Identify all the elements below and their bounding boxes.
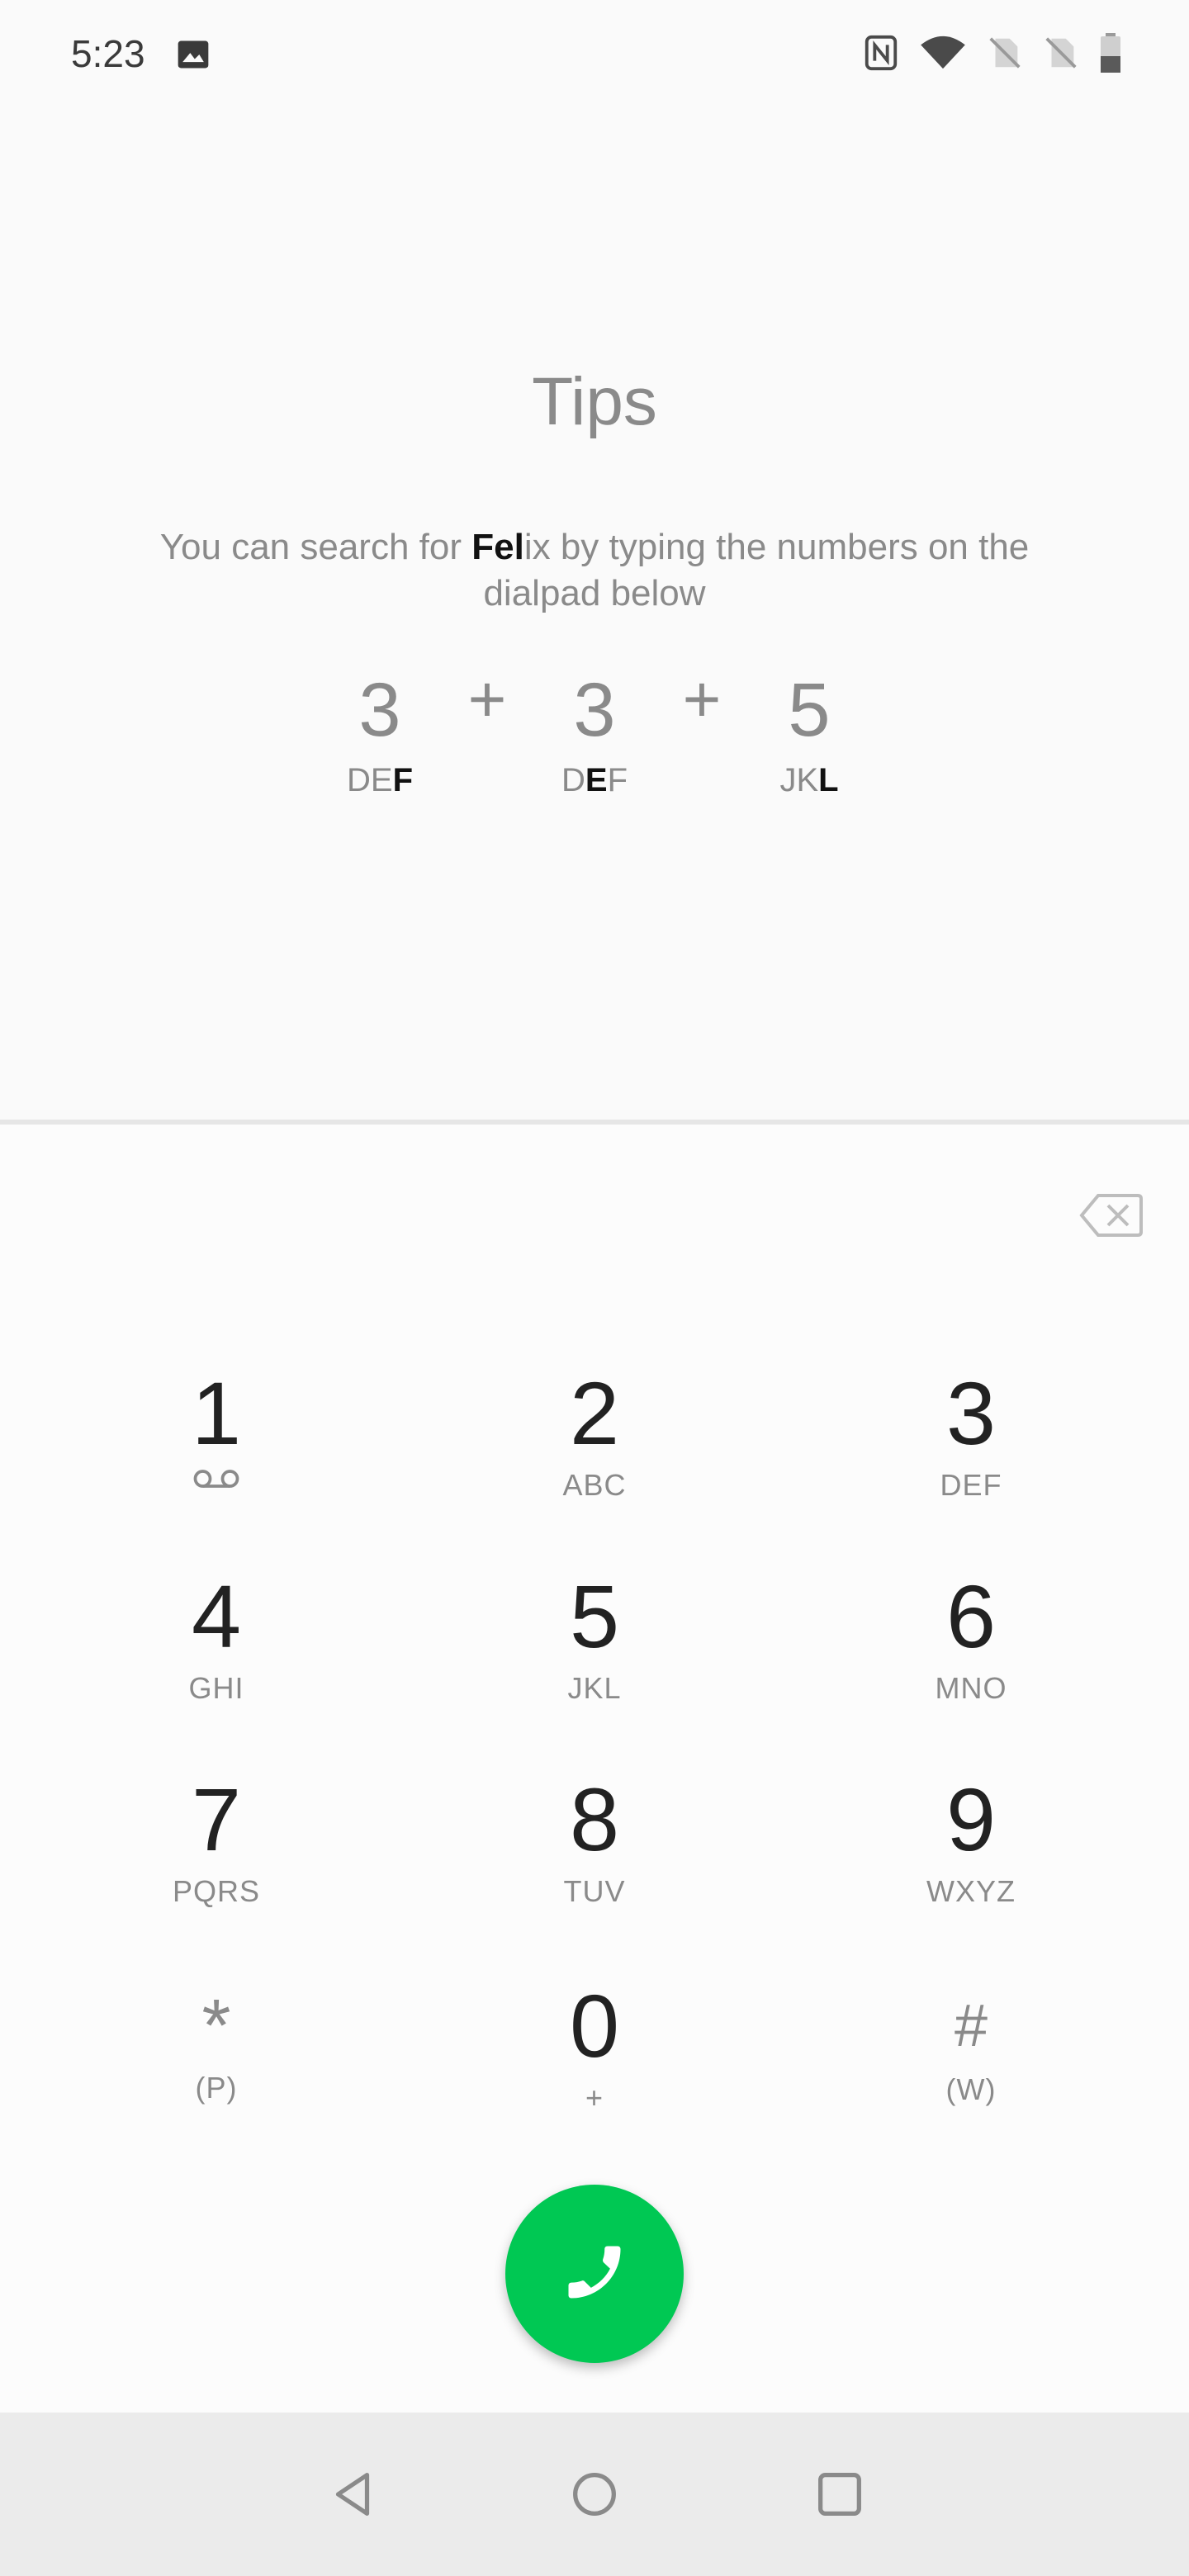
key-digit: 0	[569, 1976, 620, 2076]
home-icon[interactable]	[566, 2465, 623, 2523]
dial-key-8[interactable]: 8 TUV	[471, 1770, 718, 1944]
key-symbol: #	[954, 1993, 988, 2059]
dial-key-0[interactable]: 0 +	[471, 1977, 718, 2150]
key-digit: 1	[191, 1363, 242, 1463]
key-digit: 2	[569, 1363, 620, 1463]
formula-digit: 5	[788, 668, 831, 752]
key-digit: 8	[569, 1769, 620, 1869]
key-digit: 5	[569, 1566, 620, 1666]
key-digit: 3	[945, 1363, 997, 1463]
formula-letters: JKL	[779, 762, 839, 798]
formula-plus: +	[682, 662, 722, 736]
dial-key-1[interactable]: 1	[92, 1364, 340, 1537]
backspace-icon[interactable]	[1078, 1191, 1144, 1240]
wifi-icon	[918, 34, 968, 72]
battery-icon	[1098, 33, 1123, 73]
formula-digit-group: 5 JKL	[727, 665, 892, 799]
dial-key-star[interactable]: * (P)	[92, 1977, 340, 2150]
key-symbol: *	[201, 1985, 231, 2067]
dialpad: 1 2 ABC 3 DEF 4 GHI 5 JKL 6 MNO 7 PQRS 8…	[0, 1125, 1189, 2413]
dial-key-9[interactable]: 9 WXYZ	[847, 1770, 1095, 1944]
tips-text-before: You can search for	[159, 527, 472, 567]
dial-key-4[interactable]: 4 GHI	[92, 1567, 340, 1740]
nfc-icon	[862, 34, 900, 72]
key-letters: (P)	[195, 2071, 238, 2105]
dial-key-6[interactable]: 6 MNO	[847, 1567, 1095, 1740]
key-letters: DEF	[940, 1468, 1002, 1502]
key-letters: PQRS	[172, 1874, 261, 1908]
formula-letters: DEF	[561, 762, 628, 798]
back-icon[interactable]	[324, 2465, 381, 2523]
formula-digit: 3	[358, 668, 401, 752]
tips-panel: Tips You can search for Felix by typing …	[0, 107, 1189, 1121]
navigation-bar	[0, 2413, 1189, 2576]
key-letters: GHI	[188, 1671, 244, 1705]
status-bar: 5:23	[0, 0, 1189, 107]
no-sim-icon	[1042, 34, 1080, 72]
dial-key-7[interactable]: 7 PQRS	[92, 1770, 340, 1944]
status-icons	[862, 33, 1123, 73]
dial-key-hash[interactable]: # (W)	[847, 1977, 1095, 2150]
voicemail-icon	[92, 1466, 340, 1495]
phone-icon	[560, 2237, 629, 2311]
tips-text-highlight: Fel	[471, 527, 524, 567]
no-sim-icon	[986, 34, 1024, 72]
key-digit: 4	[191, 1566, 242, 1666]
key-letters: MNO	[935, 1671, 1007, 1705]
recents-icon[interactable]	[811, 2465, 869, 2523]
image-icon	[175, 36, 211, 73]
key-letters: ABC	[562, 1468, 627, 1502]
key-digit: 9	[945, 1769, 997, 1869]
status-time: 5:23	[71, 32, 145, 75]
key-digit: 7	[191, 1769, 242, 1869]
key-letters: +	[585, 2081, 604, 2114]
key-letters: TUV	[563, 1874, 626, 1908]
key-digit: 6	[945, 1566, 997, 1666]
key-letters: WXYZ	[926, 1874, 1016, 1908]
dial-key-5[interactable]: 5 JKL	[471, 1567, 718, 1740]
formula-letters: DEF	[346, 762, 413, 798]
call-button[interactable]	[505, 2185, 684, 2363]
key-letters: JKL	[567, 1671, 622, 1705]
dial-key-2[interactable]: 2 ABC	[471, 1364, 718, 1537]
tips-description: You can search for Felix by typing the n…	[124, 524, 1065, 617]
formula-digit-group: 3 DEF	[297, 665, 462, 799]
tips-title: Tips	[532, 364, 657, 439]
dial-key-3[interactable]: 3 DEF	[847, 1364, 1095, 1537]
key-letters: (W)	[945, 2072, 997, 2106]
formula-digit: 3	[573, 668, 616, 752]
tips-formula: 3 DEF + 3 DEF + 5 JKL	[0, 662, 1189, 830]
tips-text-after: ix by typing the numbers on the dialpad …	[483, 527, 1030, 613]
formula-digit-group: 3 DEF	[512, 665, 677, 799]
formula-plus: +	[467, 662, 507, 736]
